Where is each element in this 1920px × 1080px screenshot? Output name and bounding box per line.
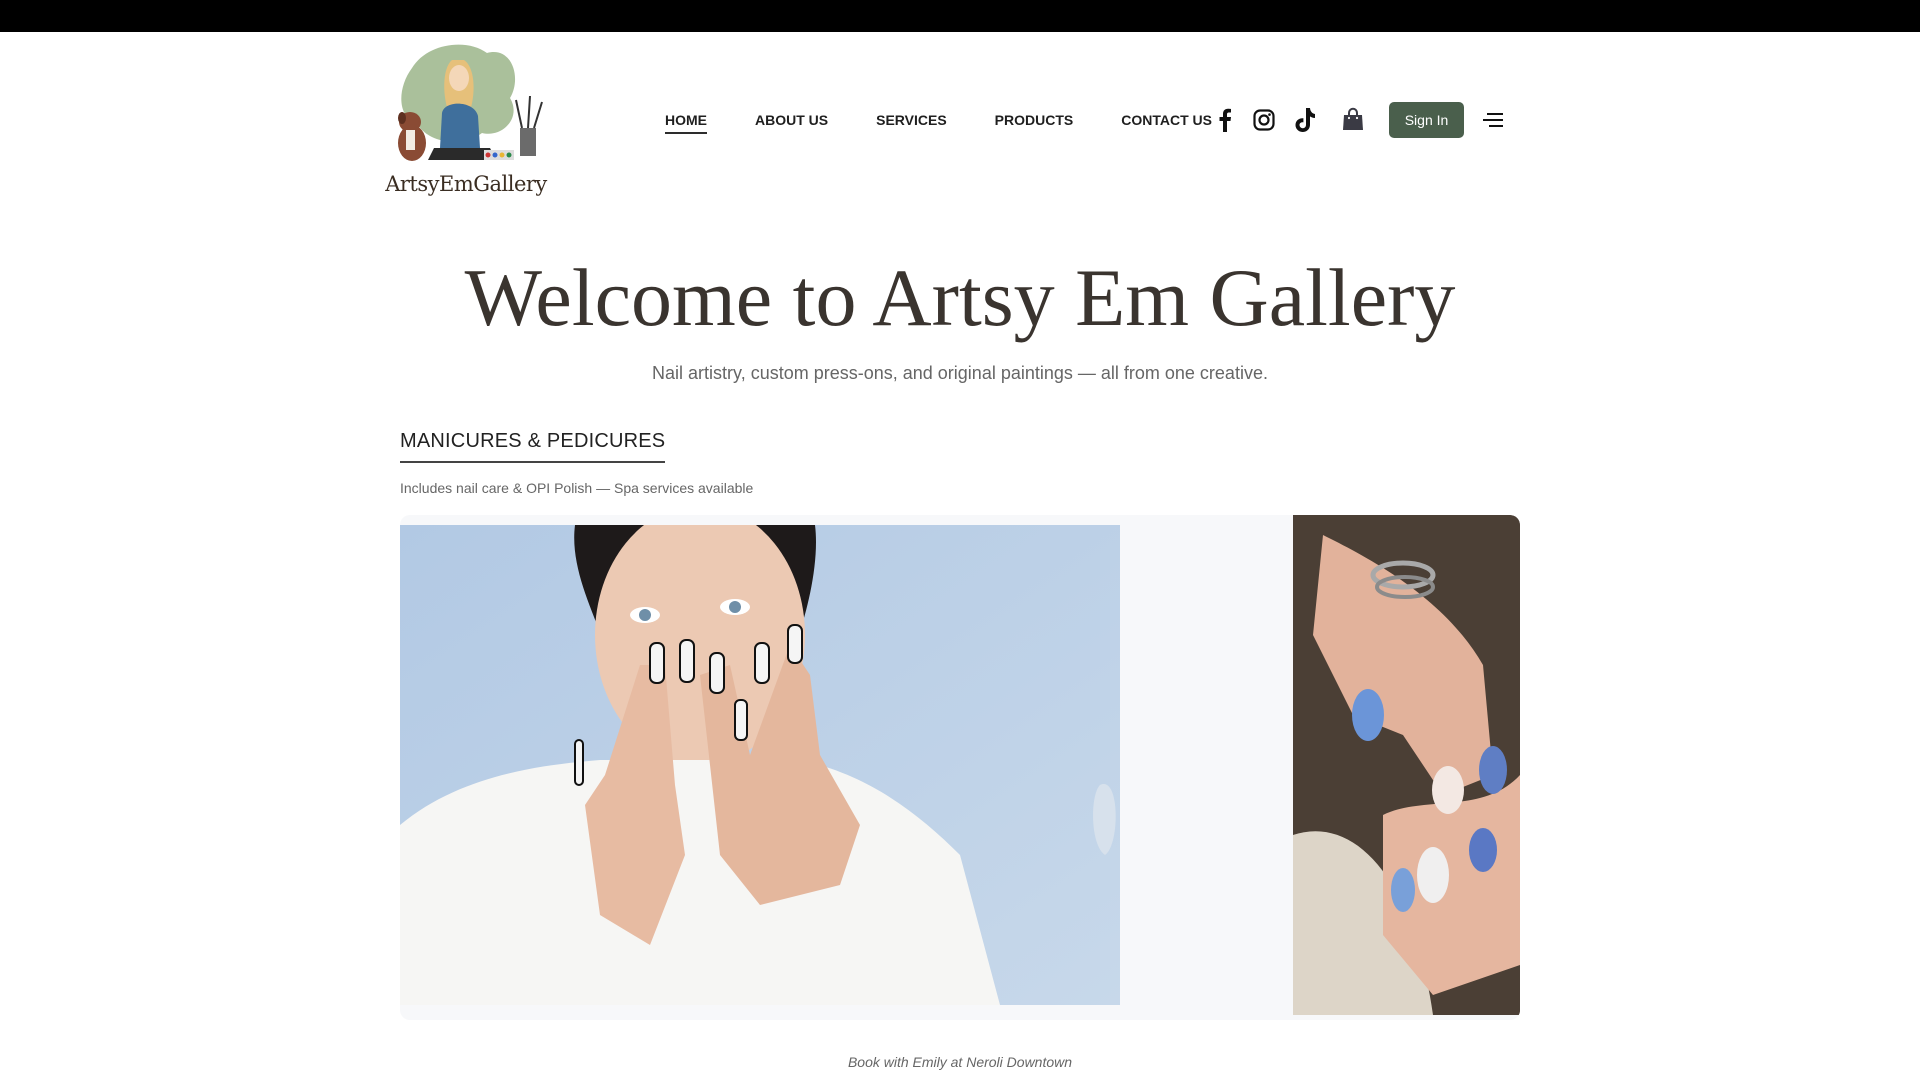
gallery-photo-side[interactable] [1293,515,1520,1015]
sign-in-button[interactable]: Sign In [1389,102,1464,138]
tiktok-icon[interactable] [1293,106,1317,134]
nav-services[interactable]: SERVICES [876,112,947,134]
page-title: Welcome to Artsy Em Gallery [464,252,1456,343]
logo[interactable]: ArtsyEmGallery [372,38,560,203]
gallery-carousel[interactable] [400,515,1520,1020]
section-note: Includes nail care & OPI Polish — Spa se… [400,480,754,496]
facebook-icon[interactable] [1214,107,1236,133]
logo-illustration [398,44,543,161]
instagram-icon[interactable] [1252,108,1276,132]
nav-about-us[interactable]: ABOUT US [755,112,828,134]
hero-subtitle: Nail artistry, custom press-ons, and ori… [652,363,1268,383]
logo-text: ArtsyEmGallery [385,172,547,196]
top-bar [0,0,1920,32]
hamburger-menu-icon[interactable] [1481,108,1507,132]
nav-home[interactable]: HOME [665,112,707,134]
section-title: MANICURES & PEDICURES [400,430,666,463]
shopping-bag-icon[interactable] [1341,106,1365,132]
nav-products[interactable]: PRODUCTS [995,112,1074,134]
gallery-caption: Book with Emily at Neroli Downtown [847,1054,1073,1070]
main-nav: HOME ABOUT US SERVICES PRODUCTS CONTACT … [665,108,1212,134]
nav-contact-us[interactable]: CONTACT US [1121,112,1212,134]
gallery-photo-main[interactable] [400,525,1120,1005]
